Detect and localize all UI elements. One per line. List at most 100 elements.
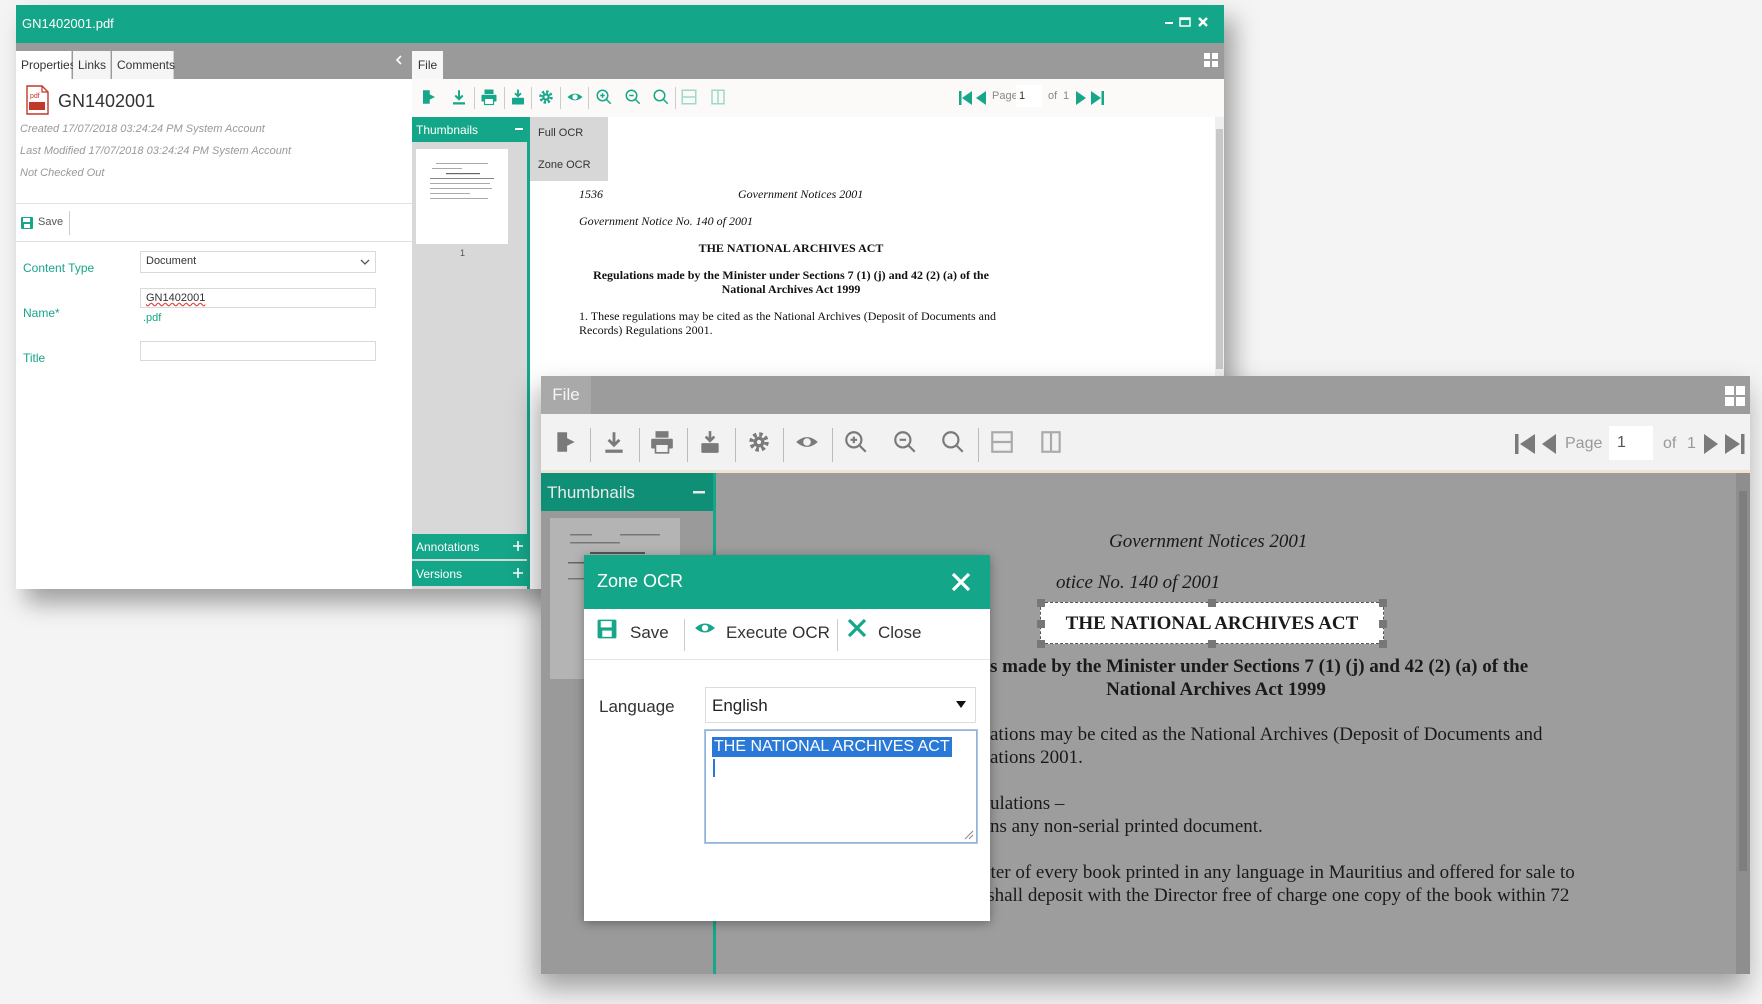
- versions-header[interactable]: Versions: [412, 561, 527, 586]
- tab-file[interactable]: File: [412, 51, 443, 79]
- tab-comments[interactable]: Comments: [112, 51, 175, 79]
- resize-handle[interactable]: [1379, 640, 1387, 648]
- open-icon[interactable]: [553, 429, 579, 455]
- of-label: of: [1048, 90, 1058, 102]
- zoom-in-icon[interactable]: [595, 88, 613, 106]
- title-input[interactable]: [140, 341, 376, 361]
- eye-icon[interactable]: [794, 429, 820, 455]
- zoom-in-icon[interactable]: [843, 429, 869, 455]
- open-icon[interactable]: [420, 88, 438, 106]
- name-input[interactable]: GN1402001: [140, 288, 376, 308]
- collapse-icon[interactable]: [514, 122, 524, 136]
- download-icon[interactable]: [601, 429, 627, 455]
- collapse-icon[interactable]: [692, 483, 706, 501]
- last-page-icon[interactable]: [1724, 433, 1746, 455]
- resize-handle[interactable]: [1379, 620, 1387, 628]
- scrollbar-thumb[interactable]: [1739, 491, 1747, 871]
- fit-page-icon[interactable]: [709, 88, 727, 106]
- name-label: Name*: [23, 306, 60, 320]
- fit-page-icon[interactable]: [1038, 429, 1064, 455]
- separator: [588, 87, 589, 109]
- page-input[interactable]: 1: [1609, 426, 1653, 460]
- doc-header-text: Government Notices 2001: [1109, 531, 1308, 552]
- last-page-icon[interactable]: [1090, 90, 1104, 106]
- resize-grip-icon[interactable]: [962, 828, 974, 840]
- resize-handle[interactable]: [1379, 599, 1387, 607]
- versions-label: Versions: [416, 567, 463, 581]
- minimize-icon[interactable]: [1162, 15, 1176, 29]
- content-type-select[interactable]: Document: [140, 251, 376, 273]
- dialog-save-button[interactable]: Save: [596, 615, 674, 649]
- settings-icon[interactable]: [537, 88, 555, 106]
- vertical-scrollbar[interactable]: [1215, 117, 1224, 377]
- resize-handle[interactable]: [1037, 640, 1045, 648]
- thumbnails-header[interactable]: Thumbnails: [541, 473, 713, 511]
- grid-icon[interactable]: [1204, 53, 1218, 67]
- ocr-zone-selection[interactable]: THE NATIONAL ARCHIVES ACT: [1037, 599, 1387, 648]
- tab-properties[interactable]: Properties: [16, 51, 76, 79]
- next-page-icon[interactable]: [1075, 90, 1087, 106]
- divider: [16, 241, 412, 242]
- created-meta: Created 17/07/2018 03:24:24 PM System Ac…: [20, 123, 265, 135]
- grid-icon[interactable]: [1725, 386, 1745, 406]
- eye-icon[interactable]: [566, 88, 584, 106]
- paragraph-1-line-2: Records) Regulations 2001.: [579, 323, 713, 337]
- maximize-icon[interactable]: [1178, 15, 1192, 29]
- zoom-out-icon[interactable]: [624, 88, 642, 106]
- search-icon[interactable]: [652, 88, 670, 106]
- menu-zone-ocr[interactable]: Zone OCR: [530, 149, 608, 181]
- page-thumbnail[interactable]: [416, 149, 508, 244]
- dialog-close-icon[interactable]: [950, 571, 972, 593]
- tab-file[interactable]: File: [541, 376, 591, 414]
- annotations-header[interactable]: Annotations: [412, 534, 527, 559]
- notice-text: Government Notice No. 140 of 2001: [579, 214, 753, 228]
- resize-handle[interactable]: [1208, 640, 1216, 648]
- collapse-chevron-icon[interactable]: [393, 53, 405, 67]
- resize-handle[interactable]: [1037, 599, 1045, 607]
- thumbnails-header[interactable]: Thumbnails: [412, 117, 527, 142]
- settings-icon[interactable]: [746, 429, 772, 455]
- language-value: English: [712, 696, 768, 715]
- ocr-result-textarea[interactable]: THE NATIONAL ARCHIVES ACT: [705, 730, 977, 843]
- next-page-icon[interactable]: [1703, 433, 1719, 455]
- fit-width-icon[interactable]: [989, 429, 1015, 455]
- zoom-out-icon[interactable]: [892, 429, 918, 455]
- doc-header-text: Government Notices 2001: [738, 187, 864, 201]
- vertical-scrollbar[interactable]: [1736, 473, 1750, 974]
- first-page-icon[interactable]: [1515, 433, 1537, 455]
- save-label: Save: [38, 216, 64, 228]
- separator: [639, 428, 640, 462]
- print-icon[interactable]: [480, 88, 498, 106]
- tab-links[interactable]: Links: [73, 51, 111, 79]
- language-select[interactable]: English: [705, 687, 976, 723]
- expand-plus-icon[interactable]: [513, 540, 523, 552]
- menu-full-ocr[interactable]: Full OCR: [530, 117, 608, 149]
- save-icon: [597, 619, 617, 639]
- scrollbar-thumb[interactable]: [1216, 129, 1223, 369]
- previous-page-icon[interactable]: [975, 90, 987, 106]
- save-download-icon[interactable]: [697, 429, 723, 455]
- resize-handle[interactable]: [1208, 599, 1216, 607]
- first-page-icon[interactable]: [959, 90, 973, 106]
- fit-width-icon[interactable]: [680, 88, 698, 106]
- save-download-icon[interactable]: [509, 88, 527, 106]
- regulations-line-1: s made by the Minister under Sections 7 …: [990, 656, 1529, 677]
- language-label: Language: [599, 697, 675, 716]
- separator: [783, 428, 784, 462]
- svg-text:pdf: pdf: [30, 93, 40, 100]
- paragraph-1-line-2: ations 2001.: [990, 747, 1083, 768]
- document-title: GN1402001: [58, 91, 156, 111]
- expand-plus-icon[interactable]: [513, 567, 523, 579]
- previous-page-icon[interactable]: [1541, 433, 1557, 455]
- execute-ocr-button[interactable]: Execute OCR: [694, 615, 834, 649]
- close-button[interactable]: Close: [846, 615, 936, 649]
- content-type-value: Document: [146, 255, 197, 267]
- total-pages: 1: [1063, 90, 1070, 102]
- close-icon[interactable]: [1196, 15, 1210, 29]
- modified-meta: Last Modified 17/07/2018 03:24:24 PM Sys…: [20, 145, 292, 157]
- search-icon[interactable]: [940, 429, 966, 455]
- page-input[interactable]: 1: [1016, 85, 1042, 107]
- download-icon[interactable]: [450, 88, 468, 106]
- print-icon[interactable]: [649, 429, 675, 455]
- resize-handle[interactable]: [1037, 620, 1045, 628]
